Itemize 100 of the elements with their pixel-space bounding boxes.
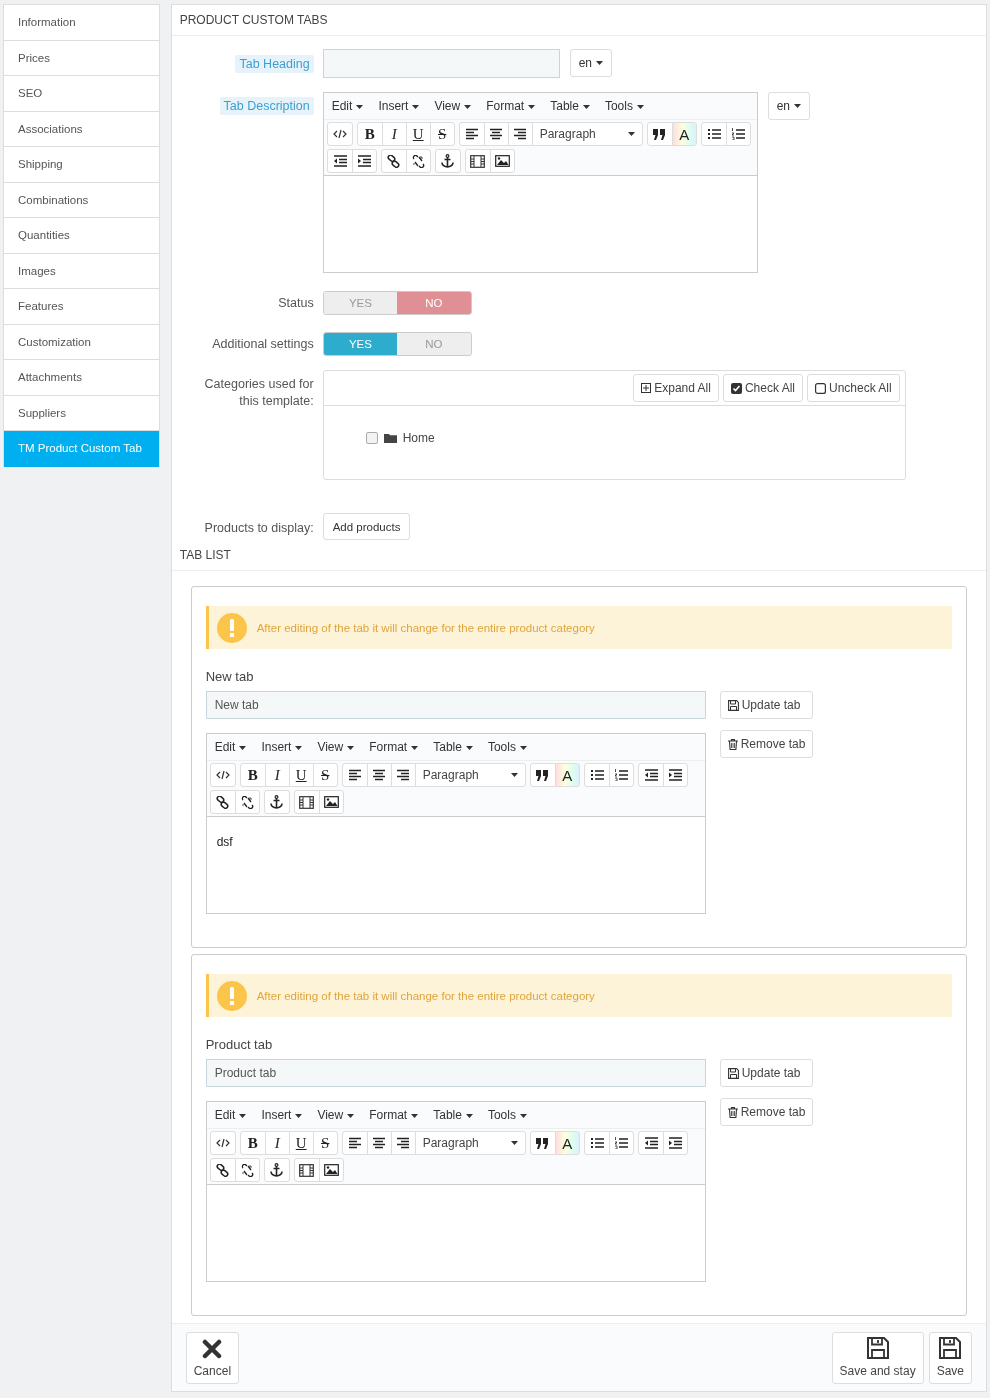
text-color-button[interactable]: A <box>554 1132 579 1154</box>
menu-item[interactable]: Table <box>433 1108 473 1122</box>
image-icon <box>494 155 510 167</box>
tree-node-label[interactable]: Home <box>402 431 435 445</box>
sidebar-item[interactable]: Attachments <box>4 360 159 396</box>
checkbox[interactable] <box>365 432 378 444</box>
remove-tab-button[interactable]: Remove tab <box>719 730 814 758</box>
sidebar-item[interactable]: Prices <box>4 40 159 76</box>
tree-action-button[interactable]: Check All <box>722 374 803 402</box>
numbered-list-icon <box>614 1137 629 1149</box>
caret-icon <box>465 745 473 750</box>
menu-item[interactable]: Tools <box>487 1108 527 1122</box>
anchor-icon <box>270 795 284 809</box>
unlink-icon <box>240 1163 254 1177</box>
indent-icon <box>357 155 372 167</box>
caret-icon <box>519 1113 527 1118</box>
strikethrough-button[interactable]: S <box>312 764 337 786</box>
panel-title: PRODUCT CUSTOM TABS <box>171 5 986 36</box>
sidebar-item[interactable]: Features <box>4 289 159 325</box>
code-icon <box>215 769 230 781</box>
bold-button[interactable]: B <box>357 123 382 145</box>
image-icon <box>323 1164 339 1176</box>
caret-icon <box>528 104 536 109</box>
sidebar-item[interactable]: Shipping <box>4 147 159 183</box>
tab-name-field[interactable]: Product tab <box>205 1059 706 1087</box>
sidebar-item[interactable]: Customization <box>4 324 159 360</box>
caret-icon <box>596 61 604 65</box>
caret-icon <box>794 104 802 108</box>
underline-button[interactable]: U <box>288 764 313 786</box>
menu-item[interactable]: Edit <box>214 740 247 754</box>
outdent-icon <box>643 769 658 781</box>
outdent-icon <box>643 1137 658 1149</box>
outdent-icon <box>332 155 347 167</box>
caret-icon <box>347 745 355 750</box>
film-icon <box>470 154 486 168</box>
menu-item[interactable]: Insert <box>261 1108 303 1122</box>
sidebar-item[interactable]: Combinations <box>4 182 159 218</box>
update-tab-button[interactable]: Update tab <box>719 691 814 719</box>
sidebar-item[interactable]: Information <box>4 5 159 41</box>
editor-area[interactable]: dsf <box>206 816 705 913</box>
close-icon <box>202 1338 223 1359</box>
sidebar-item[interactable]: Associations <box>4 111 159 147</box>
menu-item[interactable]: Table <box>550 99 590 113</box>
warning-icon <box>216 980 247 1011</box>
tab-heading-field[interactable] <box>322 49 560 78</box>
menu-item[interactable]: Insert <box>261 740 303 754</box>
sidebar-item[interactable]: SEO <box>4 76 159 112</box>
field-label: Tab Description <box>219 97 314 115</box>
caret-icon <box>627 132 635 136</box>
film-icon <box>299 1163 315 1177</box>
quote-icon <box>536 769 550 781</box>
menu-item[interactable]: Tools <box>604 99 644 113</box>
trash-icon <box>727 738 738 750</box>
sidebar-item[interactable]: Quantities <box>4 218 159 254</box>
align-left-icon <box>347 769 362 781</box>
bold-button[interactable]: B <box>240 764 265 786</box>
strikethrough-button[interactable]: S <box>312 1132 337 1154</box>
numbered-list-icon <box>731 128 746 140</box>
menu-item[interactable]: View <box>317 740 355 754</box>
underline-button[interactable]: U <box>288 1132 313 1154</box>
save-button[interactable]: Save and stay <box>831 1331 924 1384</box>
italic-button[interactable]: I <box>264 1132 289 1154</box>
menu-item[interactable]: Format <box>369 1108 419 1122</box>
underline-button[interactable]: U <box>405 123 430 145</box>
tab-name-field[interactable]: New tab <box>205 691 706 719</box>
align-left-icon <box>347 1137 362 1149</box>
update-tab-button[interactable]: Update tab <box>719 1059 814 1087</box>
remove-tab-button[interactable]: Remove tab <box>719 1098 814 1126</box>
menu-item[interactable]: Format <box>369 740 419 754</box>
caret-icon <box>411 745 419 750</box>
italic-button[interactable]: I <box>381 123 406 145</box>
save-button[interactable]: Save <box>928 1331 972 1384</box>
sidebar-item[interactable]: Images <box>4 253 159 289</box>
menu-item[interactable]: Table <box>433 740 473 754</box>
text-color-button[interactable]: A <box>671 123 696 145</box>
film-icon <box>299 795 315 809</box>
caret-icon <box>464 104 472 109</box>
numbered-list-icon <box>614 769 629 781</box>
editor-text: dsf <box>216 835 233 849</box>
language-dropdown[interactable]: en <box>767 92 811 120</box>
menu-item[interactable]: Edit <box>331 99 364 113</box>
unlink-icon <box>411 154 425 168</box>
italic-button[interactable]: I <box>264 764 289 786</box>
language-dropdown[interactable]: en <box>569 49 613 77</box>
menu-item[interactable]: Edit <box>214 1108 247 1122</box>
text-color-button[interactable]: A <box>554 764 579 786</box>
menu-item[interactable]: Format <box>486 99 536 113</box>
caret-icon <box>412 104 420 109</box>
menu-item[interactable]: View <box>434 99 472 113</box>
tree-action-button[interactable]: Expand All <box>633 374 719 402</box>
add-products-button[interactable]: Add products <box>322 513 411 540</box>
strikethrough-button[interactable]: S <box>429 123 454 145</box>
bold-button[interactable]: B <box>240 1132 265 1154</box>
menu-item[interactable]: Insert <box>378 99 420 113</box>
menu-item[interactable]: Tools <box>487 740 527 754</box>
caret-icon <box>356 104 364 109</box>
caret-icon <box>519 745 527 750</box>
tree-action-button[interactable]: Uncheck All <box>807 374 900 402</box>
menu-item[interactable]: View <box>317 1108 355 1122</box>
cancel-button[interactable]: Cancel <box>185 1331 240 1384</box>
